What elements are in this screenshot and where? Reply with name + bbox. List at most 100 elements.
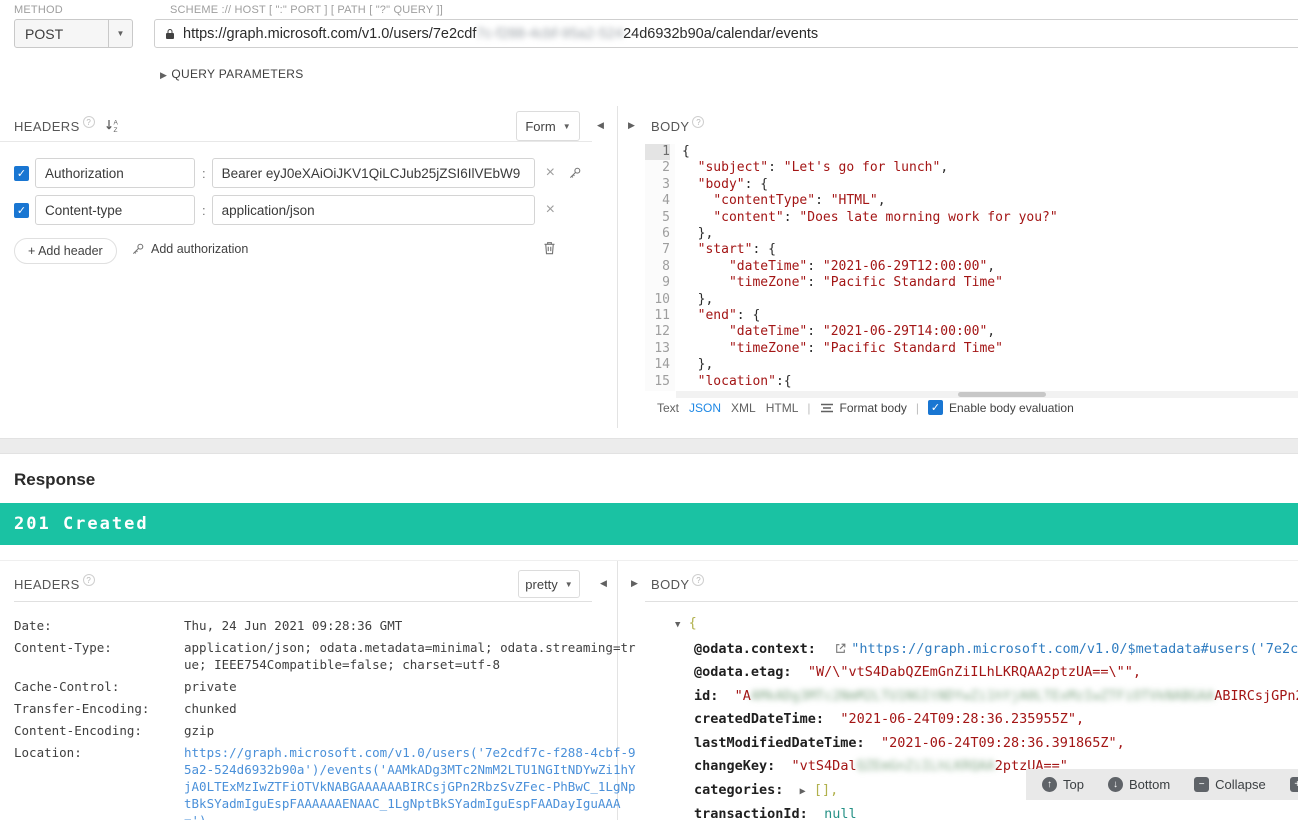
chevron-down-icon[interactable]: ▼ <box>108 20 132 47</box>
delete-headers-icon[interactable] <box>542 240 557 261</box>
collapse-right-panel-icon[interactable]: ▶ <box>628 120 635 131</box>
request-body-editor[interactable]: 1 2 3 4 5 6 7 8 9 10 11 12 13 14 15 { "subject": "Let'… <box>645 144 1298 391</box>
code-line: }, <box>682 291 714 307</box>
pretty-mode-dropdown[interactable]: pretty ▼ <box>518 570 580 598</box>
response-header-row: Transfer-Encoding: chunked <box>14 700 644 717</box>
help-icon[interactable]: ? <box>82 116 95 128</box>
form-mode-value: Form <box>525 118 556 134</box>
nav-button-label: Bottom <box>1128 777 1171 792</box>
collapse-left-panel-icon[interactable]: ◀ <box>597 120 604 131</box>
headers-section-label: HEADERS <box>14 577 80 592</box>
divider: | <box>915 400 919 415</box>
format-body-button[interactable]: Format body <box>840 401 907 415</box>
json-value-string: "2021-06-24T09:28:36.391865Z", <box>880 734 1125 751</box>
json-key: transactionId: <box>694 806 808 820</box>
help-icon[interactable]: ? <box>692 574 705 586</box>
json-key: @odata.context: <box>694 640 816 657</box>
circle-down-icon: ↓ <box>1107 777 1123 792</box>
enable-body-evaluation-checkbox[interactable] <box>928 400 943 415</box>
url-redacted-text: 7c-f288-4cbf-95a2-524 <box>476 25 624 42</box>
sort-headers-icon[interactable]: AZ <box>105 118 121 133</box>
json-nav-bottom-button[interactable]: ↓ Bottom <box>1107 777 1171 792</box>
url-input[interactable]: https://graph.microsoft.com/v1.0/users/7… <box>154 19 1298 48</box>
external-link-icon[interactable] <box>834 642 847 655</box>
response-header-row: Date: Thu, 24 Jun 2021 09:28:36 GMT <box>14 617 644 634</box>
code-line: "end": { <box>697 308 761 324</box>
json-key: lastModifiedDateTime: <box>694 734 865 751</box>
help-icon[interactable]: ? <box>82 574 95 586</box>
code-line: }, <box>682 357 714 373</box>
lock-icon <box>164 27 176 41</box>
response-header-name: Date: <box>14 618 52 633</box>
format-tabs: Text JSON XML HTML <box>657 401 798 415</box>
divider <box>0 560 1298 561</box>
json-nav-open-button[interactable]: +Open <box>1289 777 1298 792</box>
collapse-left-panel-icon[interactable]: ◀ <box>600 578 607 589</box>
header-enabled-checkbox[interactable] <box>14 165 29 181</box>
response-header-name: Transfer-Encoding: <box>14 701 150 716</box>
collapse-triangle-icon[interactable]: ▼ <box>675 620 680 630</box>
response-header-value: gzip <box>184 723 215 738</box>
collapse-right-panel-icon[interactable]: ▶ <box>631 578 638 589</box>
scrollbar-thumb[interactable] <box>958 392 1046 397</box>
code-line: "dateTime": "2021-06-29T12:00:00", <box>728 258 996 274</box>
add-authorization-button[interactable]: Add authorization <box>131 242 248 256</box>
header-value-input[interactable] <box>211 195 535 225</box>
line-number: 9 <box>662 275 670 291</box>
response-header-value: application/json; odata.metadata=minimal… <box>184 640 636 672</box>
method-label: METHOD <box>14 4 63 16</box>
line-number: 5 <box>662 209 670 225</box>
json-nav-top-button[interactable]: ↑ Top <box>1042 777 1084 792</box>
section-divider <box>0 438 1298 454</box>
body-format-tab-xml[interactable]: XML <box>731 401 756 415</box>
json-nav-collapse-button[interactable]: − Collapse <box>1194 777 1266 792</box>
scheme-label: SCHEME :// HOST [ ":" PORT ] [ PATH [ "?… <box>170 4 443 16</box>
line-number: 12 <box>654 324 670 340</box>
header-name-input[interactable] <box>35 195 195 225</box>
line-number: 15 <box>654 373 670 389</box>
response-header-value: Thu, 24 Jun 2021 09:28:36 GMT <box>184 618 403 633</box>
method-select[interactable]: POST ▼ <box>14 19 133 48</box>
json-key: @odata.etag: <box>694 664 792 680</box>
help-icon[interactable]: ? <box>692 116 705 128</box>
header-enabled-checkbox[interactable] <box>14 202 29 218</box>
code-line: "timeZone": "Pacific Standard Time" <box>728 275 1003 291</box>
request-headers-list: :×:× <box>14 158 614 232</box>
form-mode-dropdown[interactable]: Form ▼ <box>516 111 580 141</box>
horizontal-scrollbar[interactable] <box>676 391 1298 398</box>
headers-section-label: HEADERS <box>14 119 80 134</box>
json-value-link[interactable]: "https://graph.microsoft.com/v1.0/$metad… <box>851 641 1298 657</box>
line-number: 3 <box>662 176 670 192</box>
remove-header-icon[interactable]: × <box>546 164 555 182</box>
pretty-mode-value: pretty <box>525 576 558 592</box>
code-area[interactable]: { "subject": "Let's go for lunch", "body… <box>675 144 1298 391</box>
json-property-line: lastModifiedDateTime: "2021-06-24T09:28:… <box>645 732 1298 756</box>
nav-button-label: Top <box>1063 777 1084 792</box>
response-header-row: Content-Encoding: gzip <box>14 722 644 739</box>
header-value-input[interactable] <box>211 158 535 188</box>
response-header-value[interactable]: https://graph.microsoft.com/v1.0/users('… <box>184 744 637 820</box>
body-format-tab-text[interactable]: Text <box>657 401 679 415</box>
method-value: POST <box>25 25 64 42</box>
svg-text:Z: Z <box>114 127 118 133</box>
add-header-button[interactable]: + Add header <box>14 238 117 264</box>
expand-triangle-icon[interactable]: ▶ <box>800 786 806 797</box>
json-value-null: null <box>824 806 857 820</box>
code-line: "dateTime": "2021-06-29T14:00:00", <box>728 324 996 340</box>
response-header-row: Content-Type: application/json; odata.met… <box>14 639 644 673</box>
auth-key-icon[interactable] <box>568 166 582 180</box>
nav-button-label: Collapse <box>1215 777 1266 792</box>
expand-triangle-icon: ▶ <box>160 70 167 80</box>
format-body-icon <box>820 402 834 414</box>
add-authorization-label: Add authorization <box>151 242 249 256</box>
line-number: 2 <box>662 160 670 176</box>
body-format-tab-html[interactable]: HTML <box>766 401 799 415</box>
redacted-text: AMkADg3MTc2NmM2LTU1NGItNDYwZi1hYjA0LTExM… <box>750 687 1215 704</box>
header-name-input[interactable] <box>35 158 195 188</box>
body-format-tab-json[interactable]: JSON <box>689 401 721 415</box>
json-property-line: @odata.context: "https://graph.microsoft… <box>645 638 1298 662</box>
remove-header-icon[interactable]: × <box>546 201 555 219</box>
response-header-name: Content-Type: <box>14 640 112 655</box>
query-parameters-toggle[interactable]: ▶ QUERY PARAMETERS <box>160 65 304 83</box>
response-section-title: Response <box>14 470 96 489</box>
